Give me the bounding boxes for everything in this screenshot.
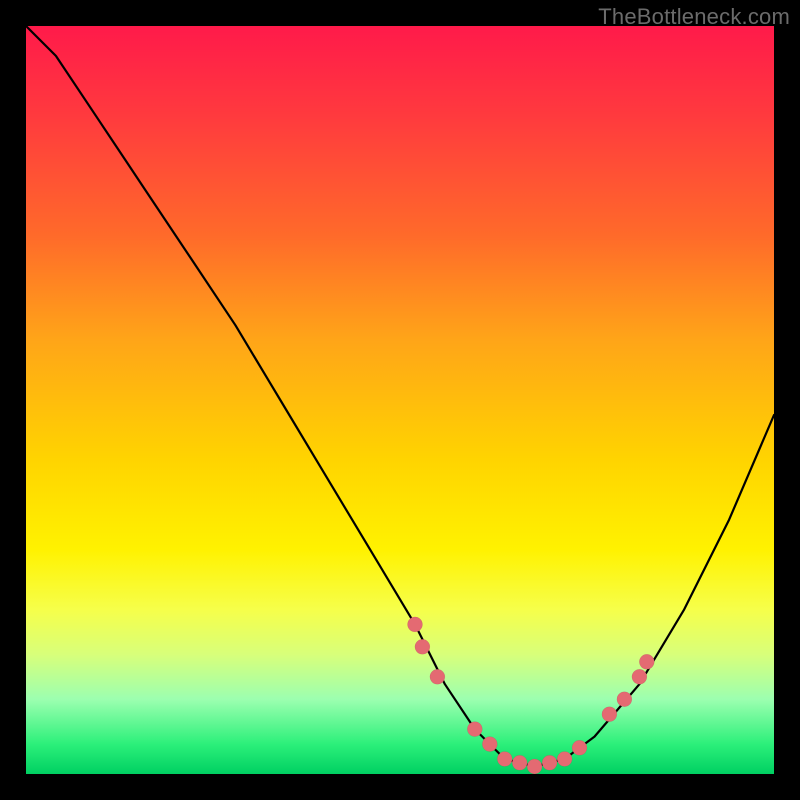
curve-dot	[430, 669, 445, 684]
curve-dot	[512, 755, 527, 770]
curve-dot	[415, 639, 430, 654]
curve-dot	[617, 692, 632, 707]
curve-dot	[497, 752, 512, 767]
bottleneck-curve	[26, 26, 774, 767]
curve-dot	[482, 737, 497, 752]
attribution-text: TheBottleneck.com	[598, 4, 790, 30]
curve-dot	[527, 759, 542, 774]
curve-dot	[639, 654, 654, 669]
curve-dot	[467, 722, 482, 737]
curve-dot	[557, 752, 572, 767]
curve-dot	[542, 755, 557, 770]
plot-area	[26, 26, 774, 774]
curve-dot	[602, 707, 617, 722]
chart-frame: TheBottleneck.com	[0, 0, 800, 800]
curve-dot	[572, 740, 587, 755]
curve-layer	[26, 26, 774, 774]
curve-dot	[632, 669, 647, 684]
curve-dot	[408, 617, 423, 632]
curve-dots	[408, 617, 655, 774]
